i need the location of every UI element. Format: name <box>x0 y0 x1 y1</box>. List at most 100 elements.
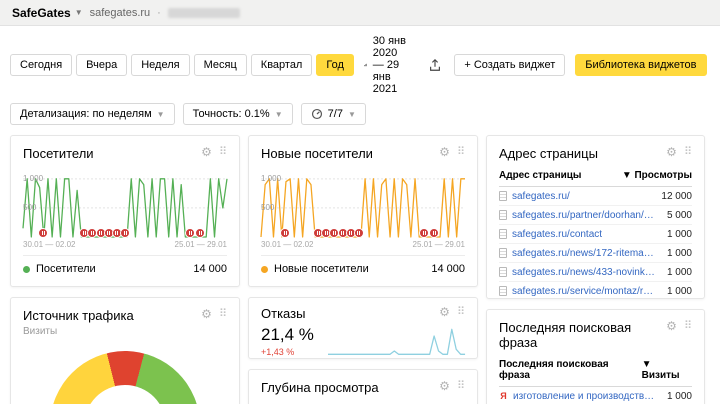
interruption-marker[interactable] <box>419 228 430 238</box>
period-button-quarter[interactable]: Квартал <box>250 54 313 76</box>
column-header-views-sorted[interactable]: ▼ Просмотры <box>622 170 692 181</box>
legend-label[interactable]: Посетители <box>36 263 96 275</box>
chevron-down-icon: ▼ <box>274 109 283 119</box>
drag-handle-icon[interactable]: ⠿ <box>684 146 692 158</box>
interruption-marker[interactable] <box>353 228 364 238</box>
drag-handle-icon[interactable]: ⠿ <box>457 146 465 158</box>
table-row: safegates.ru/ 12 000 <box>499 187 692 206</box>
widget-traffic-source: Источник трафика ⚙ ⠿ Визиты <box>10 297 240 404</box>
widget-new-visitors: Новые посетители ⚙ ⠿ 1 000 500 30.01 — 0… <box>248 135 478 287</box>
table-row: Я изготовление и производство забор… 1 0… <box>499 387 692 404</box>
drag-handle-icon[interactable]: ⠿ <box>457 306 465 318</box>
gear-icon[interactable]: ⚙ <box>439 306 450 318</box>
widget-title: Источник трафика <box>23 308 134 323</box>
page-url-link[interactable]: safegates.ru/contact <box>512 229 656 240</box>
widget-header: Адрес страницы ⚙ ⠿ <box>499 146 692 161</box>
column-header-phrase[interactable]: Последняя поисковая фраза <box>499 359 642 381</box>
interruption-marker[interactable] <box>195 228 206 238</box>
widget-header: Источник трафика ⚙ ⠿ <box>23 308 227 323</box>
depth-sparkline[interactable] <box>299 399 465 404</box>
interruption-marker[interactable] <box>280 228 291 238</box>
widget-header: Последняя поисковая фраза ⚙ ⠿ <box>499 320 692 350</box>
widget-title: Адрес страницы <box>499 146 598 161</box>
widget-header: Отказы ⚙ ⠿ <box>261 306 465 321</box>
column-header-url[interactable]: Адрес страницы <box>499 170 581 181</box>
favicon-icon <box>499 267 507 277</box>
search-phrase-link[interactable]: изготовление и производство забор… <box>513 391 656 402</box>
traffic-donut-chart[interactable] <box>50 351 200 404</box>
x-axis-label-start: 30.01 — 02.02 <box>23 240 76 249</box>
column-header-visits-sorted[interactable]: ▼ Визиты <box>642 359 692 381</box>
depth-body: 1,5 <box>261 399 465 404</box>
gear-icon[interactable]: ⚙ <box>666 146 677 158</box>
detalization-dropdown[interactable]: Детализация: по неделям ▼ <box>10 103 175 125</box>
board-column-2: Новые посетители ⚙ ⠿ 1 000 500 30.01 — 0… <box>248 135 478 404</box>
widget-controls: ⚙ ⠿ <box>201 308 227 320</box>
legend-dot <box>23 265 30 273</box>
widget-last-search-phrase: Последняя поисковая фраза ⚙ ⠿ Последняя … <box>486 309 705 404</box>
interruption-marker[interactable] <box>185 228 196 238</box>
gear-icon[interactable]: ⚙ <box>201 146 212 158</box>
interruption-marker[interactable] <box>120 228 130 238</box>
page-url-link[interactable]: safegates.ru/ <box>512 191 650 202</box>
views-value: 12 000 <box>661 190 692 202</box>
period-button-month[interactable]: Месяц <box>193 54 247 76</box>
page-url-link[interactable]: safegates.ru/news/433-novinka-sekts… <box>512 267 656 278</box>
widget-header: Посетители ⚙ ⠿ <box>23 146 227 161</box>
drag-handle-icon[interactable]: ⠿ <box>684 320 692 332</box>
interruption-marker[interactable] <box>38 228 49 238</box>
redacted-counter-id <box>167 7 240 18</box>
table-row: safegates.ru/contact 1 000 <box>499 225 692 244</box>
widget-title: Глубина просмотра <box>261 380 379 395</box>
legend-label[interactable]: Новые посетители <box>274 263 369 275</box>
sampling-label: 7/7 <box>327 108 343 120</box>
page-url-link[interactable]: safegates.ru/service/montaz/rasp-vor… <box>512 286 656 297</box>
gear-icon[interactable]: ⚙ <box>201 308 212 320</box>
table-row: safegates.ru/partner/doorhan/124-so… 5 0… <box>499 206 692 225</box>
date-range-picker[interactable]: 30 янв 2020 — 29 янв 2021 <box>364 35 406 95</box>
drag-handle-icon[interactable]: ⠿ <box>457 380 465 392</box>
new-visitors-line-chart[interactable] <box>261 173 465 237</box>
gear-icon[interactable]: ⚙ <box>439 146 450 158</box>
widget-visitors: Посетители ⚙ ⠿ 1 000 500 30.01 — 02.02 2… <box>10 135 240 287</box>
export-button[interactable] <box>426 56 444 74</box>
legend-value: 14 000 <box>431 263 465 275</box>
accuracy-dropdown[interactable]: Точность: 0.1% ▼ <box>182 103 293 125</box>
date-range-label: 30 янв 2020 — 29 янв 2021 <box>372 35 406 95</box>
table-row: safegates.ru/news/433-novinka-sekts… 1 0… <box>499 263 692 282</box>
drag-handle-icon[interactable]: ⠿ <box>219 146 227 158</box>
widget-controls: ⚙ ⠿ <box>439 306 465 318</box>
bounces-value: 21,4 % <box>261 325 314 344</box>
x-axis-labels: 30.01 — 02.02 25.01 — 29.01 <box>23 240 227 250</box>
visits-value: 1 000 <box>666 390 692 402</box>
views-value: 5 000 <box>666 209 692 221</box>
period-button-week[interactable]: Неделя <box>131 54 190 76</box>
chart-legend: Новые посетители 14 000 <box>261 255 465 275</box>
gear-icon[interactable]: ⚙ <box>666 320 677 332</box>
period-button-today[interactable]: Сегодня <box>10 54 73 76</box>
period-button-yesterday[interactable]: Вчера <box>76 54 128 76</box>
widget-title: Посетители <box>23 146 94 161</box>
widget-library-button[interactable]: Библиотека виджетов <box>575 54 707 76</box>
interruption-marker[interactable] <box>429 228 440 238</box>
separator-dot: · <box>157 6 161 19</box>
x-axis-label-end: 25.01 — 29.01 <box>412 240 465 249</box>
bounces-sparkline[interactable] <box>328 326 465 356</box>
counter-switcher[interactable]: SafeGates ▼ <box>12 6 83 20</box>
page-url-link[interactable]: safegates.ru/partner/doorhan/124-so… <box>512 210 656 221</box>
period-button-year[interactable]: Год <box>316 54 354 76</box>
table-row: safegates.ru/news/172-ritema-porog… 1 00… <box>499 244 692 263</box>
y-axis-tick: 500 <box>261 203 275 213</box>
widget-header: Глубина просмотра ⚙ ⠿ <box>261 380 465 395</box>
gear-icon[interactable]: ⚙ <box>439 380 450 392</box>
create-widget-button[interactable]: + Создать виджет <box>454 54 566 76</box>
widget-page-depth: Глубина просмотра ⚙ ⠿ 1,5 <box>248 369 478 404</box>
sampling-dropdown[interactable]: 7/7 ▼ <box>300 103 366 125</box>
drag-handle-icon[interactable]: ⠿ <box>219 308 227 320</box>
views-value: 1 000 <box>666 266 692 278</box>
table-row: safegates.ru/service/montaz/rasp-vor… 1 … <box>499 282 692 298</box>
widget-controls: ⚙ ⠿ <box>666 320 692 332</box>
page-url-link[interactable]: safegates.ru/news/172-ritema-porog… <box>512 248 656 259</box>
widget-title: Последняя поисковая фраза <box>499 320 632 350</box>
visitors-line-chart[interactable] <box>23 173 227 237</box>
